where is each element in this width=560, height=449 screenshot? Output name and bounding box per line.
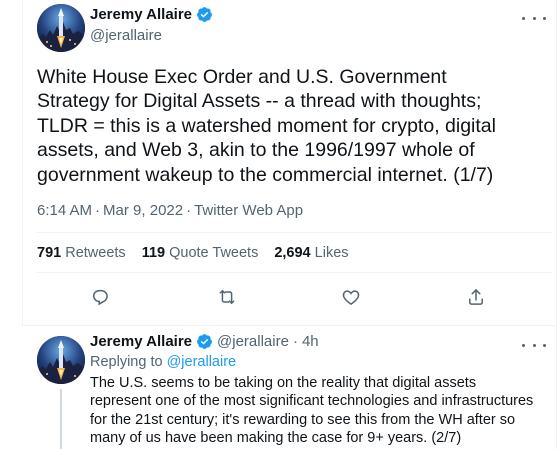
reply-header: Jeremy Allaire @jerallaire · 4h: [90, 333, 319, 350]
quote-tweets-label: Quote Tweets: [169, 245, 259, 261]
meta-separator: ·: [95, 202, 101, 219]
avatar-image: [37, 336, 85, 384]
tweet-source[interactable]: Twitter Web App: [194, 202, 303, 219]
quote-tweets-stat[interactable]: 119 Quote Tweets: [142, 245, 259, 261]
reply-more-options-icon[interactable]: [522, 337, 546, 353]
quote-tweets-count: 119: [141, 245, 166, 261]
likes-count: 2,694: [274, 245, 311, 261]
retweets-count: 791: [37, 245, 62, 261]
reply-age[interactable]: 4h: [302, 333, 319, 350]
tweet-stats: 791 Retweets 119 Quote Tweets 2,694 Like…: [37, 245, 349, 261]
likes-stat[interactable]: 2,694 Likes: [274, 245, 348, 261]
tweet-time[interactable]: 6:14 AM: [37, 202, 92, 219]
retweets-label: Retweets: [65, 245, 126, 261]
author-handle[interactable]: @jerallaire: [90, 27, 162, 44]
divider: [37, 272, 552, 273]
reply-avatar[interactable]: [37, 336, 85, 384]
divider: [37, 232, 552, 233]
author-name[interactable]: Jeremy Allaire: [90, 6, 192, 23]
replying-to: Replying to @jerallaire: [90, 354, 236, 370]
reply-separator: ·: [292, 333, 298, 350]
retweet-icon[interactable]: [215, 285, 239, 309]
tweet-meta: 6:14 AM · Mar 9, 2022 · Twitter Web App: [37, 202, 303, 219]
author-name-row: Jeremy Allaire: [90, 6, 213, 23]
reply-icon[interactable]: [88, 285, 112, 309]
meta-separator: ·: [186, 202, 192, 219]
replying-to-link[interactable]: @jerallaire: [167, 354, 237, 370]
like-icon[interactable]: [339, 285, 363, 309]
share-icon[interactable]: [464, 285, 488, 309]
replying-prefix: Replying to: [90, 354, 163, 370]
divider: [22, 325, 556, 326]
reply-author-name[interactable]: Jeremy Allaire: [90, 333, 192, 350]
reply-text: The U.S. seems to be taking on the reali…: [90, 375, 534, 447]
verified-badge-icon: [196, 6, 213, 23]
thread-line: [60, 389, 62, 449]
likes-label: Likes: [314, 245, 349, 261]
tweet-date[interactable]: Mar 9, 2022: [103, 202, 183, 219]
retweets-stat[interactable]: 791 Retweets: [37, 245, 126, 261]
thread-border-left: [22, 0, 23, 325]
avatar[interactable]: [37, 4, 85, 52]
verified-badge-icon: [196, 333, 213, 350]
tweet-text: White House Exec Order and U.S. Governme…: [37, 66, 496, 186]
more-options-icon[interactable]: [522, 10, 546, 26]
reply-author-handle[interactable]: @jerallaire: [217, 333, 289, 350]
thread-border-right: [556, 0, 557, 449]
avatar-image: [37, 4, 85, 52]
